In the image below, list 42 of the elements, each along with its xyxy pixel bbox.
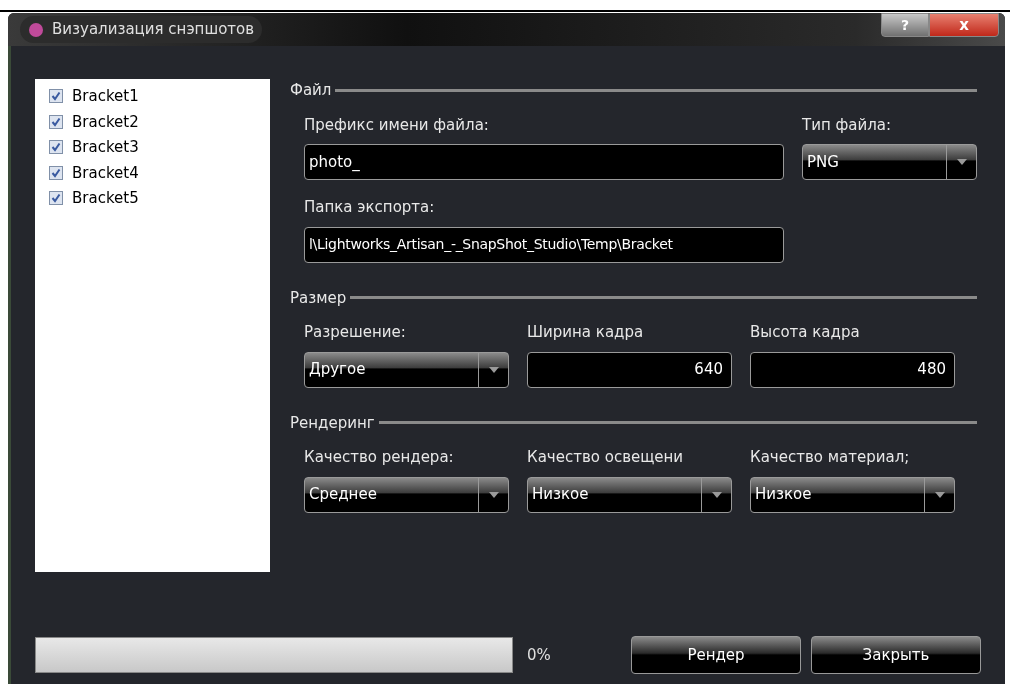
app-icon [28, 21, 44, 38]
checkbox[interactable] [49, 89, 63, 104]
field-label: Тип файла: [802, 114, 893, 136]
checkbox[interactable] [49, 165, 63, 180]
section-title: Файл [290, 80, 332, 101]
close-button[interactable]: x [929, 13, 999, 37]
bracket-label[interactable]: Bracket4 [72, 161, 139, 184]
dropdown[interactable]: PNG [802, 144, 977, 180]
number-field[interactable]: 640 [527, 351, 732, 388]
caret-icon [956, 159, 967, 165]
caret-icon [488, 491, 499, 498]
bracket-label[interactable]: Bracket5 [72, 187, 139, 210]
field-label: Префикс имени файла: [304, 114, 490, 136]
dropdown[interactable]: Низкое [527, 476, 732, 513]
dropdown[interactable]: Другое [304, 351, 509, 388]
bracket-label[interactable]: Bracket3 [72, 136, 139, 159]
field-label: Качество рендера: [304, 447, 455, 468]
section-title: Рендеринг [290, 412, 375, 434]
dropdown[interactable]: Среднее [304, 476, 509, 513]
checkbox[interactable] [49, 140, 63, 155]
folder-field[interactable]: l\Lightworks_Artisan_-_SnapShot_Studio\Temp\Bracket [304, 226, 784, 263]
caret-icon [488, 366, 499, 373]
window-title: Визуализация снэпшотов [52, 19, 255, 41]
bracket-label[interactable]: Bracket1 [72, 85, 139, 108]
number-field[interactable]: 480 [750, 351, 955, 388]
field-label: Качество материал; [750, 447, 911, 468]
caret-icon [934, 491, 945, 498]
bracket-label[interactable]: Bracket2 [72, 110, 139, 133]
section-title: Размер [290, 287, 347, 309]
field-label: Ширина кадра [527, 322, 645, 343]
caret-icon [711, 491, 722, 498]
field-label: Качество освещени [527, 447, 685, 468]
dropdown[interactable]: Низкое [750, 476, 955, 513]
field-label: Высота кадра [750, 322, 861, 343]
dialog-button[interactable]: Рендер [631, 636, 801, 674]
prefix-field[interactable]: photo_ [304, 144, 784, 180]
field-label: Папка экспорта: [304, 197, 436, 218]
checkbox[interactable] [49, 114, 63, 129]
field-label: Разрешение: [304, 322, 407, 343]
progress-reading: 0% [527, 644, 551, 666]
checkbox[interactable] [49, 191, 63, 206]
dialog-button[interactable]: Закрыть [811, 636, 981, 674]
